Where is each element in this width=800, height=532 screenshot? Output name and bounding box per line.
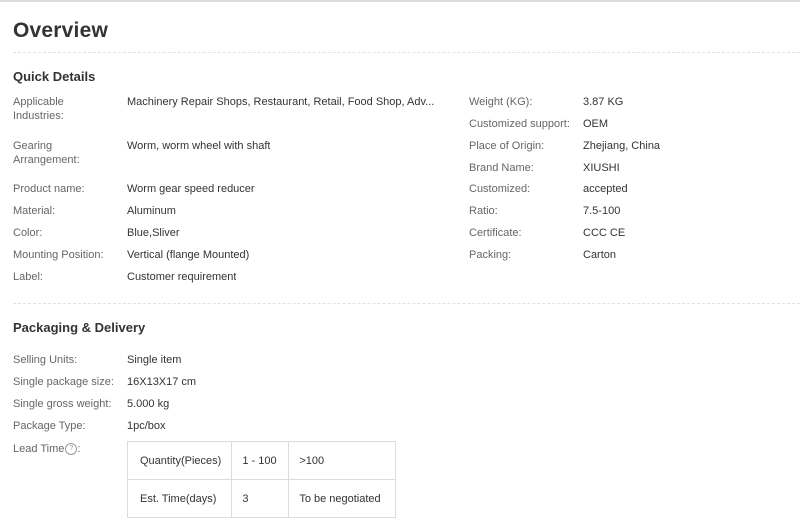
detail-value-color: Blue,Sliver [127,227,180,239]
packaging-value-package-size: 16X13X17 cm [127,376,197,388]
detail-value-material: Aluminum [127,205,176,217]
detail-label-product-name: Product name: [13,183,85,195]
table-row: Est. Time(days) 3 To be negotiated [126,479,397,518]
detail-value-certificate: CCC CE [583,227,626,239]
detail-value-brand-name: XIUSHI [583,162,620,174]
packaging-label-gross-weight: Single gross weight: [13,398,112,410]
table-cell: To be negotiated [288,479,397,518]
detail-value-customized-support: OEM [583,118,609,130]
detail-label-gearing-arrangement: Gearing Arrangement: [13,139,80,167]
detail-value-ratio: 7.5-100 [583,205,621,217]
table-cell: Quantity(Pieces) [126,441,233,480]
table-cell: 3 [231,479,290,518]
detail-value-mounting-position: Vertical (flange Mounted) [127,249,250,261]
detail-value-weight: 3.87 KG [583,96,624,108]
detail-label-customized-support: Customized support: [469,118,570,130]
packaging-label-selling-units: Selling Units: [13,354,78,366]
detail-label-line: Applicable [13,96,64,108]
packaging-delivery-title: Packaging & Delivery [13,320,146,335]
detail-value-gearing-arrangement: Worm, worm wheel with shaft [127,140,271,152]
detail-label-line: Gearing [13,140,53,152]
table-cell: >100 [288,441,397,480]
detail-label-line: Industries: [13,110,64,122]
top-border [0,0,800,2]
detail-label-certificate: Certificate: [469,227,522,239]
lead-time-label: Lead Time?: [13,443,81,456]
table-row: Quantity(Pieces) 1 - 100 >100 [126,441,397,480]
lead-time-label-text: Lead Time [13,443,65,455]
detail-label-label: Label: [13,271,43,283]
packaging-label-package-type: Package Type: [13,420,86,432]
detail-value-place-of-origin: Zhejiang, China [583,140,661,152]
quick-details-title: Quick Details [13,69,96,84]
table-cell: 1 - 100 [231,441,290,480]
detail-value-product-name: Worm gear speed reducer [127,183,255,195]
section-divider [13,52,800,53]
detail-label-weight: Weight (KG): [469,96,533,108]
detail-label-customized: Customized: [469,183,531,195]
detail-value-packing: Carton [583,249,617,261]
detail-label-place-of-origin: Place of Origin: [469,140,545,152]
packaging-value-package-type: 1pc/box [127,420,166,432]
detail-label-packing: Packing: [469,249,512,261]
detail-label-line: Arrangement: [13,154,80,166]
detail-value-customized: accepted [583,183,628,195]
detail-label-mounting-position: Mounting Position: [13,249,104,261]
section-divider [13,303,800,304]
detail-label-brand-name: Brand Name: [469,162,534,174]
detail-label-material: Material: [13,205,56,217]
detail-label-applicable-industries: Applicable Industries: [13,95,64,123]
packaging-value-selling-units: Single item [127,354,182,366]
detail-label-ratio: Ratio: [469,205,498,217]
question-circle-icon[interactable]: ? [65,443,78,456]
packaging-label-package-size: Single package size: [13,376,114,388]
page-title: Overview [13,19,108,42]
packaging-value-gross-weight: 5.000 kg [127,398,170,410]
detail-value-label: Customer requirement [127,271,237,283]
lead-time-table: Quantity(Pieces) 1 - 100 >100 Est. Time(… [126,441,397,518]
table-cell: Est. Time(days) [126,479,233,518]
detail-value-applicable-industries: Machinery Repair Shops, Restaurant, Reta… [127,96,435,108]
detail-label-color: Color: [13,227,43,239]
